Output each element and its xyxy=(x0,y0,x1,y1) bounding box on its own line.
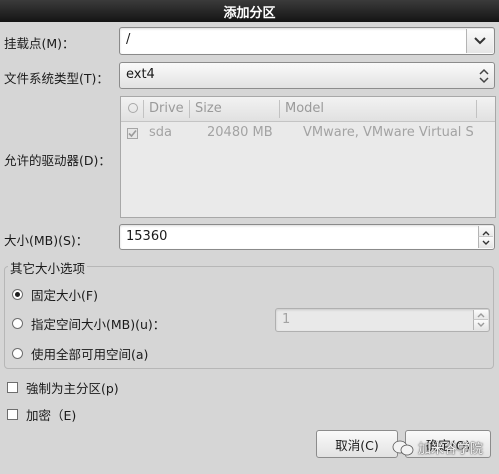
drive-checkbox[interactable] xyxy=(127,128,138,139)
fixed-size-radio[interactable]: 固定大小(F) xyxy=(12,285,98,304)
checkmark-icon xyxy=(128,129,137,138)
cancel-button[interactable]: 取消(C) xyxy=(316,430,398,458)
cancel-button-label: 取消(C) xyxy=(335,437,379,453)
drives-label: 允许的驱动器(D)： xyxy=(4,153,111,168)
other-size-options-title: 其它大小选项 xyxy=(8,258,88,277)
radio-unselected-icon xyxy=(12,318,23,329)
fs-type-label: 文件系统类型(T)： xyxy=(4,71,109,86)
fs-type-value: ext4 xyxy=(126,67,155,82)
dialog-titlebar: 添加分区 xyxy=(0,0,499,22)
chevron-up-icon xyxy=(477,313,485,318)
encrypt-checkbox[interactable]: 加密（E) xyxy=(7,405,76,424)
up-to-decrement-button[interactable] xyxy=(473,319,488,330)
size-decrement-button[interactable] xyxy=(478,236,493,248)
mount-point-label: 挂载点(M)： xyxy=(4,36,75,51)
select-column-icon xyxy=(128,103,138,113)
fill-all-label: 使用全部可用空间(a) xyxy=(31,347,149,362)
fs-type-select[interactable]: ext4 xyxy=(119,62,495,89)
dialog-title: 添加分区 xyxy=(223,5,276,21)
radio-selected-icon xyxy=(12,289,23,300)
column-model: Model xyxy=(285,101,325,116)
watermark: 加米谷学院 xyxy=(392,438,483,457)
up-to-size-radio[interactable]: 指定空间大小(MB)(u)： xyxy=(12,314,165,333)
size-value: 15360 xyxy=(126,229,168,244)
radio-unselected-icon xyxy=(12,348,23,359)
mount-point-value: / xyxy=(126,32,131,47)
mount-point-dropdown-button[interactable] xyxy=(466,29,493,53)
fixed-size-label: 固定大小(F) xyxy=(31,288,98,303)
column-drive: Drive xyxy=(149,101,184,116)
drives-table-header: Drive Size Model xyxy=(121,97,495,122)
fill-all-radio[interactable]: 使用全部可用空间(a) xyxy=(12,344,148,363)
encrypt-label: 加密（E) xyxy=(26,408,77,423)
updown-arrows-icon xyxy=(479,67,489,85)
drive-name: sda xyxy=(149,125,172,140)
up-to-size-spinbox[interactable]: 1 xyxy=(275,308,490,332)
force-primary-label: 強制为主分区(p) xyxy=(26,381,119,396)
drive-size: 20480 MB xyxy=(207,125,273,140)
size-label: 大小(MB)(S)： xyxy=(4,233,89,248)
table-row[interactable]: sda 20480 MB VMware, VMware Virtual S xyxy=(121,122,495,144)
size-spinbox[interactable]: 15360 xyxy=(119,224,495,250)
chevron-down-icon xyxy=(482,240,490,245)
force-primary-checkbox[interactable]: 強制为主分区(p) xyxy=(7,378,119,397)
wechat-icon xyxy=(392,440,414,455)
chevron-up-icon xyxy=(482,230,490,235)
up-to-size-label: 指定空间大小(MB)(u)： xyxy=(31,317,166,332)
drives-table[interactable]: Drive Size Model sda 20480 MB VMware, VM… xyxy=(120,96,496,218)
checkbox-icon xyxy=(7,409,18,420)
checkbox-icon xyxy=(7,382,18,393)
mount-point-combo[interactable]: / xyxy=(119,27,495,55)
watermark-text: 加米谷学院 xyxy=(418,442,484,457)
chevron-down-icon xyxy=(477,322,485,327)
chevron-down-icon xyxy=(474,37,486,45)
up-to-size-value: 1 xyxy=(282,312,291,327)
drive-model: VMware, VMware Virtual S xyxy=(303,125,474,140)
column-size: Size xyxy=(195,101,222,116)
